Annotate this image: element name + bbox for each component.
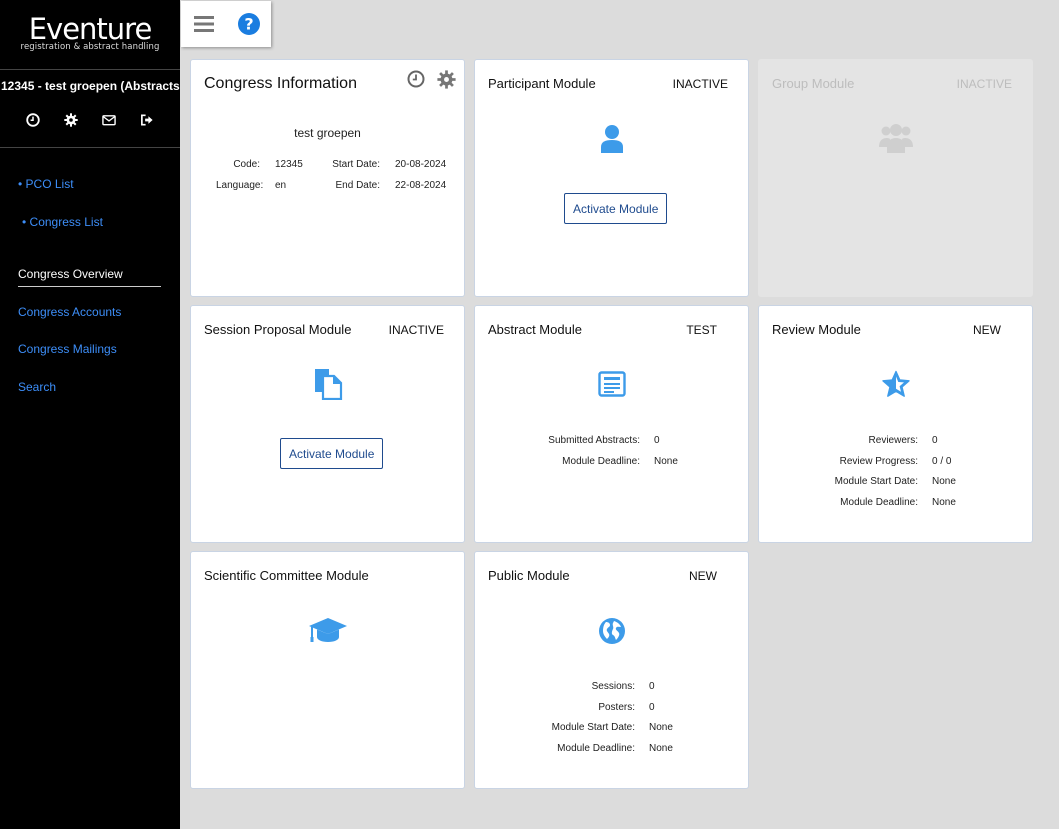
public-module-card: Public Module NEW Sessions: 0 Posters: 0 M… [474, 551, 749, 789]
card-title: Review Module [772, 322, 861, 337]
congress-name: 12345 - test groepen (Abstracts O... [1, 79, 180, 93]
module-start-date-value: None [649, 722, 673, 734]
activate-module-button[interactable]: Activate Module [564, 193, 668, 224]
mail-icon[interactable] [102, 113, 116, 127]
sessions-value: 0 [649, 681, 655, 692]
status-badge: TEST [686, 323, 717, 337]
code-value: 12345 [275, 159, 303, 170]
module-deadline-value: None [649, 743, 673, 755]
card-title: Scientific Committee Module [204, 568, 369, 583]
abstract-stats: Submitted Abstracts: 0 Module Deadline: No… [497, 435, 678, 476]
language-value: en [275, 180, 287, 191]
module-start-date-label: Module Start Date: [551, 722, 635, 734]
card-title: Public Module [488, 568, 570, 583]
globe-icon [598, 618, 625, 644]
end-date-label: End Date: [335, 180, 380, 191]
sidebar-item-congress-mailings[interactable]: Congress Mailings [18, 342, 117, 356]
logout-icon[interactable] [140, 113, 154, 127]
hamburger-icon [193, 16, 214, 32]
sidebar-item-pco-list[interactable]: • PCO List [18, 177, 74, 191]
start-date-label: Start Date: [332, 159, 380, 170]
status-badge: NEW [689, 569, 717, 583]
top-toolbar: ? [181, 1, 271, 47]
sidebar-item-congress-overview[interactable]: Congress Overview [18, 267, 123, 281]
svg-text:?: ? [244, 15, 253, 34]
newspaper-icon [597, 371, 626, 397]
active-underline [18, 286, 161, 287]
posters-value: 0 [649, 701, 655, 713]
review-stats: Reviewers: 0 Review Progress: 0 / 0 Module… [781, 435, 956, 518]
clock-icon[interactable] [26, 113, 40, 127]
module-deadline-label: Module Deadline: [557, 743, 635, 755]
public-stats: Sessions: 0 Posters: 0 Module Start Date: N… [497, 681, 673, 764]
submitted-abstracts-value: 0 [654, 435, 660, 446]
help-button[interactable]: ? [226, 1, 271, 47]
star-icon [881, 370, 910, 397]
card-title: Participant Module [488, 76, 596, 91]
card-title: Group Module [772, 76, 855, 91]
congress-details: Code: 12345 Start Date: 20-08-2024 Langu… [216, 159, 446, 201]
status-badge: INACTIVE [956, 77, 1012, 91]
logo: Eventure [28, 12, 153, 46]
users-group-icon [878, 124, 913, 153]
sessions-label: Sessions: [591, 681, 635, 692]
review-module-card: Review Module NEW Reviewers: 0 Review Pro… [758, 305, 1033, 543]
submitted-abstracts-label: Submitted Abstracts: [548, 435, 640, 446]
reviewers-label: Reviewers: [868, 435, 918, 446]
sidebar-item-congress-accounts[interactable]: Congress Accounts [18, 305, 121, 319]
sidebar-item-search[interactable]: Search [18, 380, 56, 394]
posters-label: Posters: [598, 701, 635, 713]
sidebar-item-congress-list[interactable]: • Congress List [22, 215, 103, 229]
module-deadline-label: Module Deadline: [562, 455, 640, 467]
help-icon: ? [237, 13, 260, 35]
documents-icon [314, 369, 342, 400]
group-module-card: Group Module INACTIVE [758, 59, 1033, 297]
card-title: Abstract Module [488, 322, 582, 337]
reviewers-value: 0 [932, 435, 938, 446]
card-title: Congress Information [204, 75, 357, 92]
menu-button[interactable] [181, 1, 226, 47]
module-deadline-value: None [654, 455, 678, 467]
activate-module-button[interactable]: Activate Module [280, 438, 384, 469]
module-start-date-value: None [932, 476, 956, 488]
review-progress-value: 0 / 0 [932, 455, 952, 467]
status-badge: NEW [973, 323, 1001, 337]
review-progress-label: Review Progress: [839, 455, 918, 467]
card-title: Session Proposal Module [204, 322, 352, 337]
history-clock-icon[interactable] [407, 70, 425, 92]
code-label: Code: [233, 159, 260, 170]
sidebar: Eventure registration & abstract handlin… [0, 0, 180, 829]
brand: Eventure registration & abstract handlin… [0, 0, 180, 70]
participant-module-card: Participant Module INACTIVE Activate Mod… [474, 59, 749, 297]
congress-info-card: Congress Information test groepen Code: … [190, 59, 465, 297]
start-date-value: 20-08-2024 [395, 159, 447, 170]
graduation-cap-icon [308, 618, 347, 642]
sidebar-icon-row [0, 100, 180, 148]
session-proposal-module-card: Session Proposal Module INACTIVE Activat… [190, 305, 465, 543]
language-label: Language: [216, 180, 264, 191]
module-deadline-label: Module Deadline: [840, 497, 918, 509]
status-badge: INACTIVE [672, 77, 728, 91]
congress-title: test groepen [294, 126, 361, 140]
status-badge: INACTIVE [388, 323, 444, 337]
tagline: registration & abstract handling [20, 42, 160, 52]
scientific-committee-module-card: Scientific Committee Module [190, 551, 465, 789]
settings-gear-icon[interactable] [437, 70, 456, 93]
module-deadline-value: None [932, 497, 956, 509]
module-start-date-label: Module Start Date: [834, 476, 918, 488]
gear-icon[interactable] [64, 113, 78, 127]
end-date-value: 22-08-2024 [395, 180, 447, 191]
abstract-module-card: Abstract Module TEST Submitted Abstracts… [474, 305, 749, 543]
user-icon [600, 125, 623, 153]
